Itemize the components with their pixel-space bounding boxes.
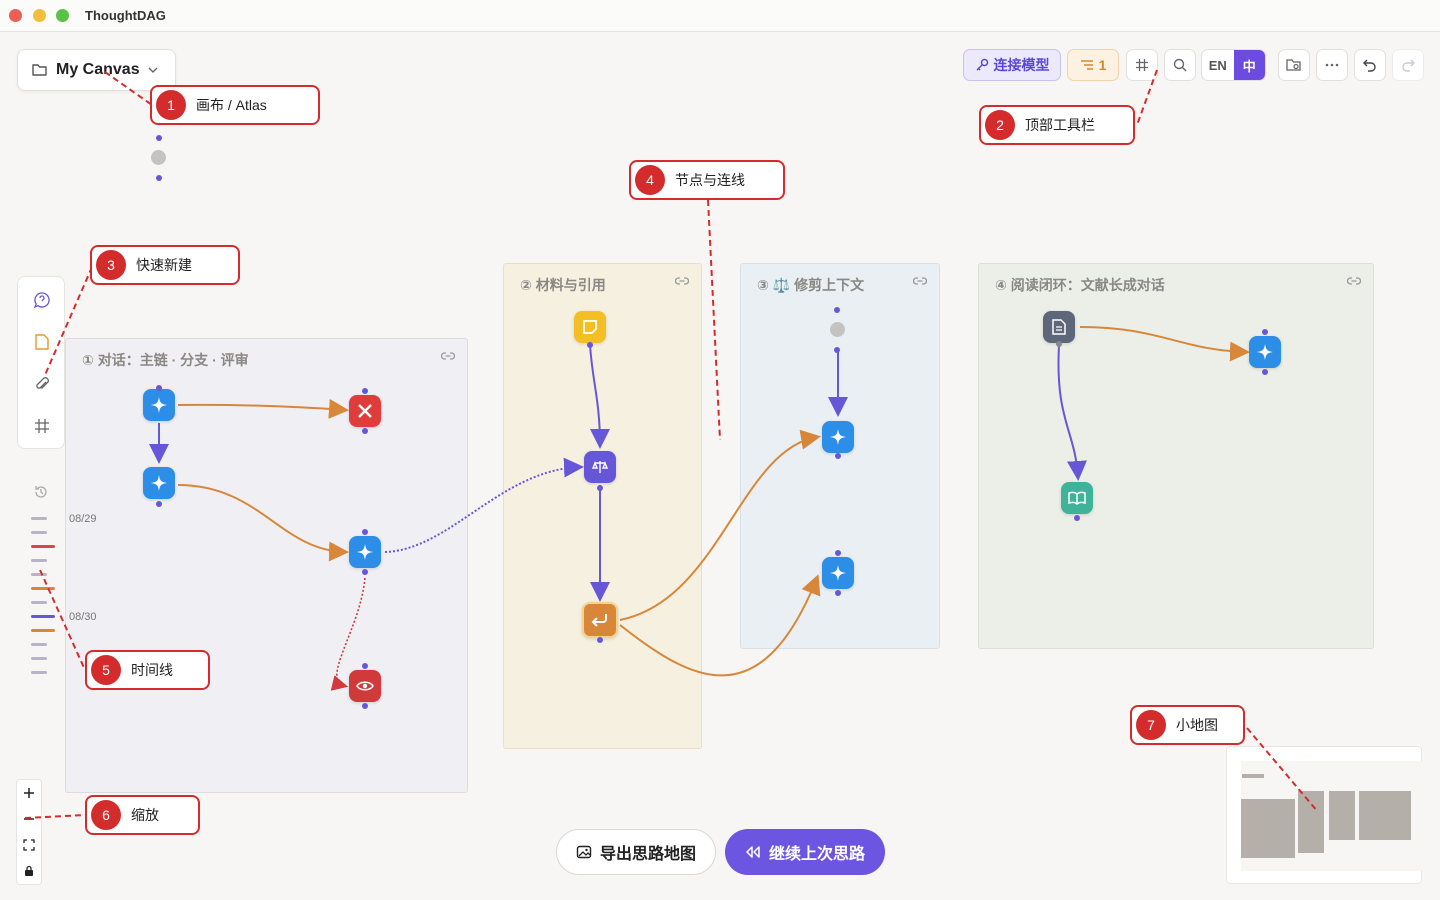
callout-number: 7 xyxy=(1136,710,1166,740)
callout-text: 节点与连线 xyxy=(675,172,745,188)
callout-number: 4 xyxy=(635,165,665,195)
callout-zoom: 6 缩放 xyxy=(85,795,200,835)
callout-minimap: 7 小地图 xyxy=(1130,705,1245,745)
callout-text: 快速新建 xyxy=(136,257,192,273)
callout-number: 5 xyxy=(91,655,121,685)
annotation-lines xyxy=(24,69,1319,819)
callout-canvas-atlas: 1 画布 / Atlas xyxy=(150,85,320,125)
callout-nodes-edges: 4 节点与连线 xyxy=(629,160,785,200)
callout-number: 3 xyxy=(96,250,126,280)
callout-top-toolbar: 2 顶部工具栏 xyxy=(979,105,1135,145)
callout-text: 缩放 xyxy=(131,807,159,823)
callout-timeline: 5 时间线 xyxy=(85,650,210,690)
callout-number: 6 xyxy=(91,800,121,830)
callout-number: 2 xyxy=(985,110,1015,140)
callout-text: 时间线 xyxy=(131,662,173,678)
callout-text: 顶部工具栏 xyxy=(1025,117,1095,133)
callout-number: 1 xyxy=(156,90,186,120)
callout-text: 画布 / Atlas xyxy=(196,97,267,113)
callout-quick-create: 3 快速新建 xyxy=(90,245,240,285)
callout-text: 小地图 xyxy=(1176,717,1218,733)
